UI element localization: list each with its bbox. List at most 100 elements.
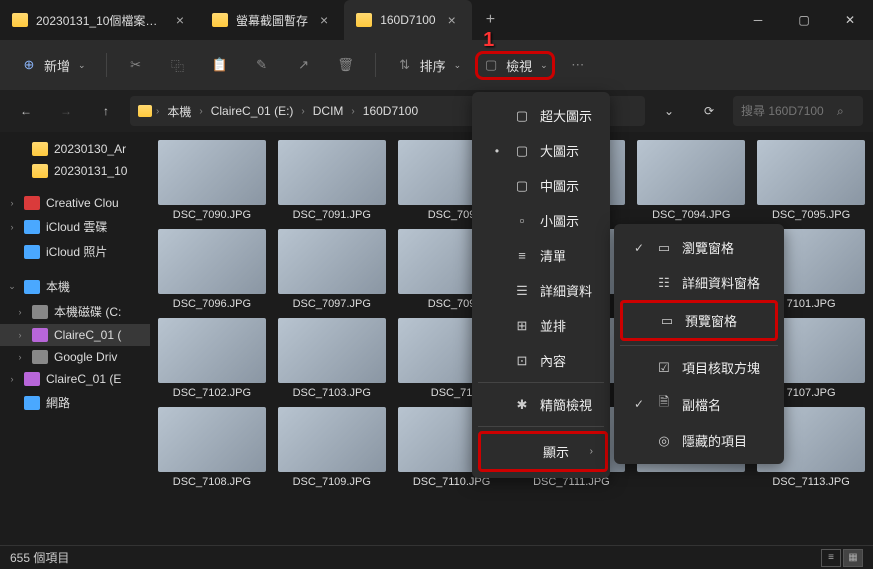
search-input[interactable] — [741, 104, 831, 118]
chevron-down-icon: ⌄ — [454, 60, 462, 71]
menu-item[interactable]: 顯示 › — [478, 431, 608, 472]
chevron-icon: › — [6, 198, 18, 208]
search-box[interactable]: ⌕ — [733, 96, 863, 126]
menu-item-label: 隱藏的項目 — [682, 431, 747, 450]
up-button[interactable]: ↑ — [90, 95, 122, 127]
sidebar-item[interactable]: 20230131_10 — [0, 160, 150, 182]
menu-item[interactable]: ✱ 精簡檢視 — [478, 387, 608, 422]
tab-label: 20230131_10個檔案總管功 — [36, 12, 164, 29]
new-button[interactable]: ⊕ 新增 ⌄ — [10, 50, 96, 81]
separator — [106, 53, 107, 77]
menu-item[interactable]: ☰ 詳細資料 — [478, 273, 608, 308]
sidebar-item[interactable]: › ClaireC_01 (E — [0, 368, 150, 390]
maximize-button[interactable]: ▢ — [781, 0, 827, 40]
list-view-button[interactable]: ≡ — [821, 549, 841, 567]
refresh-button[interactable]: ⟳ — [693, 95, 725, 127]
tab-1[interactable]: 20230131_10個檔案總管功 × — [0, 0, 200, 40]
rename-icon: ✎ — [253, 56, 271, 74]
menu-item[interactable]: ☑ 項目核取方塊 — [620, 350, 778, 385]
cut-icon: ✂ — [127, 56, 145, 74]
sidebar-item[interactable]: › ClaireC_01 ( — [0, 324, 150, 346]
sidebar-label: 20230130_Ar — [54, 142, 126, 156]
menu-item[interactable]: ✓ 🗎 副檔名 — [620, 385, 778, 423]
menu-item[interactable]: ▢ 中圖示 — [478, 168, 608, 203]
file-item[interactable]: DSC_7091.JPG — [278, 140, 386, 221]
menu-item[interactable]: ▢ 超大圖示 — [478, 98, 608, 133]
menu-item[interactable]: ◎ 隱藏的項目 — [620, 423, 778, 458]
rename-button[interactable]: ✎ — [243, 50, 281, 80]
menu-item-icon: ▫ — [514, 213, 530, 228]
menu-item[interactable]: ⊞ 並排 — [478, 308, 608, 343]
file-item[interactable]: DSC_7090.JPG — [158, 140, 266, 221]
menu-item-label: 精簡檢視 — [540, 395, 592, 414]
file-item[interactable]: DSC_7096.JPG — [158, 229, 266, 310]
crumb-item[interactable]: ClaireC_01 (E:) — [207, 102, 298, 120]
sort-button[interactable]: ⇅ 排序 ⌄ — [386, 50, 472, 81]
menu-item-icon: ▭ — [659, 313, 675, 329]
chevron-right-icon: › — [199, 106, 202, 117]
sort-icon: ⇅ — [396, 56, 414, 74]
close-icon[interactable]: × — [316, 12, 332, 28]
chevron-icon: › — [14, 330, 26, 340]
file-item[interactable]: DSC_7094.JPG — [637, 140, 745, 221]
menu-item-icon: ▢ — [514, 108, 530, 124]
more-button[interactable]: ⋯ — [559, 50, 597, 80]
sidebar-item[interactable]: › iCloud 雲碟 — [0, 214, 150, 239]
grid-view-button[interactable]: ▦ — [843, 549, 863, 567]
sidebar-item[interactable]: › 本機磁碟 (C: — [0, 299, 150, 324]
menu-item[interactable]: • ▢ 大圖示 — [478, 133, 608, 168]
menu-item[interactable]: ▫ 小圖示 — [478, 203, 608, 238]
close-button[interactable]: ✕ — [827, 0, 873, 40]
crumb-item[interactable]: DCIM — [309, 102, 348, 120]
menu-item-label: 瀏覽窗格 — [682, 238, 734, 257]
sidebar-item[interactable]: iCloud 照片 — [0, 239, 150, 264]
delete-button[interactable]: 🗑 — [327, 50, 365, 80]
paste-button[interactable]: 📋 — [201, 50, 239, 80]
file-item[interactable]: DSC_7108.JPG — [158, 407, 266, 488]
chevron-right-icon: › — [301, 106, 304, 117]
tab-3-active[interactable]: 160D7100 × — [344, 0, 472, 40]
cut-button[interactable]: ✂ — [117, 50, 155, 80]
sidebar-label: 網路 — [46, 394, 70, 411]
sidebar-item[interactable]: 網路 — [0, 390, 150, 415]
minimize-button[interactable]: ─ — [735, 0, 781, 40]
chevron-icon: › — [6, 374, 18, 384]
menu-item[interactable]: ▭ 預覽窗格 — [620, 300, 778, 341]
nav-icon — [32, 164, 48, 178]
close-icon[interactable]: × — [172, 12, 188, 28]
dropdown-button[interactable]: ⌄ — [653, 95, 685, 127]
menu-item[interactable]: ☷ 詳細資料窗格 — [620, 265, 778, 300]
crumb-item[interactable]: 本機 — [163, 101, 195, 122]
share-button[interactable]: ↗ — [285, 50, 323, 80]
new-tab-button[interactable]: + — [472, 11, 509, 29]
file-item[interactable]: DSC_7103.JPG — [278, 318, 386, 399]
sidebar-item[interactable]: › Creative Clou — [0, 192, 150, 214]
menu-item-label: 超大圖示 — [540, 106, 592, 125]
sidebar-item[interactable]: › Google Driv — [0, 346, 150, 368]
menu-item-label: 顯示 — [543, 442, 569, 461]
sort-label: 排序 — [420, 56, 446, 75]
tab-label: 螢幕截圖暫存 — [236, 12, 308, 29]
tab-2[interactable]: 螢幕截圖暫存 × — [200, 0, 344, 40]
menu-item-icon: 🗎 — [656, 393, 672, 415]
sidebar-item[interactable]: 20230130_Ar — [0, 138, 150, 160]
menu-item[interactable]: ✓ ▭ 瀏覽窗格 — [620, 230, 778, 265]
nav-icon — [32, 305, 48, 319]
forward-button[interactable]: → — [50, 95, 82, 127]
nav-icon — [24, 245, 40, 259]
menu-item[interactable]: ⊡ 內容 — [478, 343, 608, 378]
back-button[interactable]: ← — [10, 95, 42, 127]
crumb-item[interactable]: 160D7100 — [359, 102, 422, 120]
file-item[interactable]: DSC_7097.JPG — [278, 229, 386, 310]
file-item[interactable]: DSC_7109.JPG — [278, 407, 386, 488]
thumbnail — [278, 229, 386, 294]
file-item[interactable]: DSC_7095.JPG — [757, 140, 865, 221]
file-item[interactable]: DSC_7102.JPG — [158, 318, 266, 399]
folder-icon — [212, 13, 228, 27]
menu-item[interactable]: ≡ 清單 — [478, 238, 608, 273]
search-icon[interactable]: ⌕ — [837, 104, 844, 119]
view-button[interactable]: ▢ 檢視 ⌄ — [475, 51, 555, 80]
close-icon[interactable]: × — [444, 12, 460, 28]
copy-button[interactable]: ⿻ — [159, 50, 197, 80]
sidebar-item[interactable]: ⌄ 本機 — [0, 274, 150, 299]
